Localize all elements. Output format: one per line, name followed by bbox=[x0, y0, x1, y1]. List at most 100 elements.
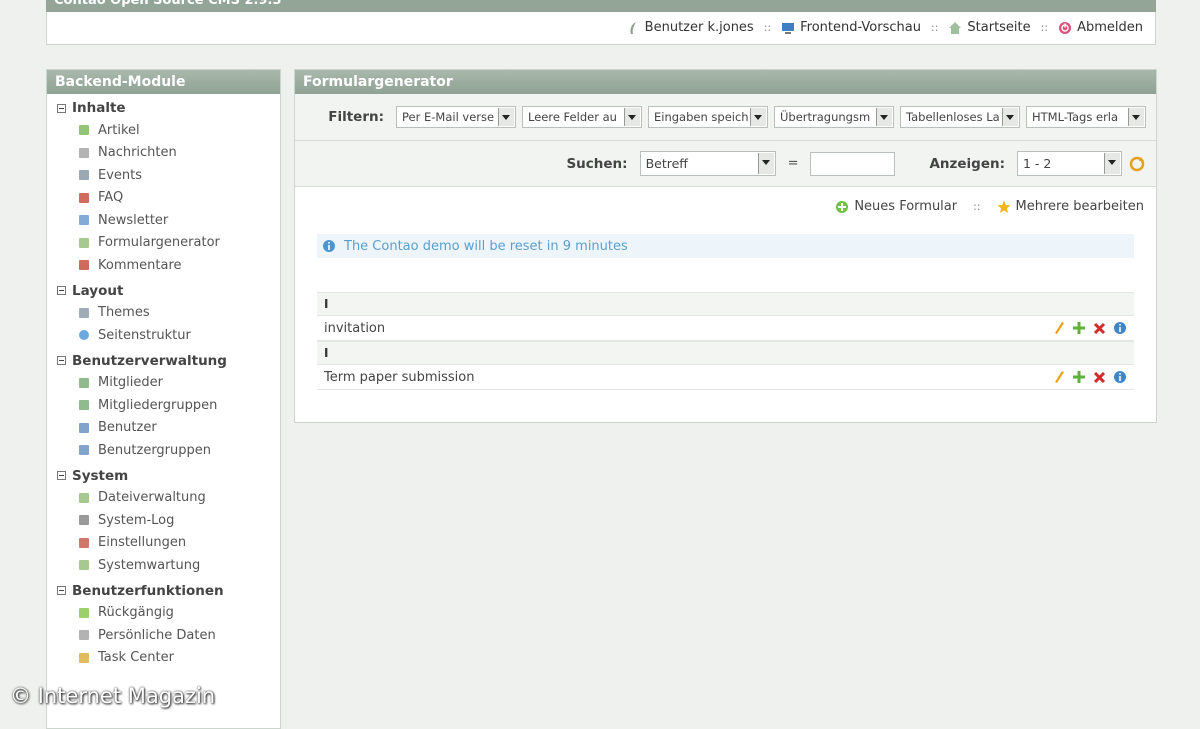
sidebar-item-label: Formulargenerator bbox=[98, 235, 220, 251]
form-icon bbox=[79, 237, 89, 248]
edit-multiple-button[interactable]: Mehrere bearbeiten bbox=[997, 199, 1144, 214]
sidebar-item-persönliche-daten[interactable]: Persönliche Daten bbox=[47, 624, 280, 647]
monitor-icon bbox=[782, 22, 795, 34]
comments-icon bbox=[79, 260, 89, 271]
sidebar-item-benutzergruppen[interactable]: Benutzergruppen bbox=[47, 439, 280, 462]
copy-plus-icon[interactable] bbox=[1072, 321, 1086, 335]
row-actions bbox=[1053, 321, 1127, 335]
nav-group-benutzerverwaltung: Benutzerverwaltung Mitglieder Mitgliedergr… bbox=[47, 347, 280, 462]
member-icon bbox=[79, 377, 89, 388]
undo-icon bbox=[79, 607, 89, 618]
global-actions: Neues Formular :: Mehrere bearbeiten bbox=[295, 187, 1156, 214]
collapse-minus-icon[interactable] bbox=[57, 356, 66, 365]
sidebar-item-label: Rückgängig bbox=[98, 605, 174, 621]
form-title: invitation bbox=[324, 320, 386, 336]
sidebar-item-label: Artikel bbox=[98, 122, 140, 138]
refresh-icon[interactable] bbox=[1128, 155, 1146, 173]
search-bar: Suchen: Betreff = Anzeigen: 1 - 2 bbox=[295, 141, 1156, 187]
home-link[interactable]: Startseite bbox=[948, 20, 1031, 35]
sidebar-item-themes[interactable]: Themes bbox=[47, 302, 280, 325]
filter-transfer-select[interactable]: Übertragungsm bbox=[774, 106, 894, 128]
sidebar-item-rückgängig[interactable]: Rückgängig bbox=[47, 602, 280, 625]
personal-data-icon bbox=[79, 630, 89, 641]
sidebar-item-label: Events bbox=[98, 167, 143, 183]
news-icon bbox=[79, 147, 89, 158]
sidebar-item-label: Nachrichten bbox=[98, 145, 177, 161]
collapse-minus-icon[interactable] bbox=[57, 586, 66, 595]
row-actions bbox=[1053, 370, 1127, 384]
sidebar-item-label: Newsletter bbox=[98, 212, 169, 228]
logout-link[interactable]: Abmelden bbox=[1058, 20, 1143, 35]
sidebar-title: Backend-Module bbox=[47, 70, 280, 94]
group-header-letter: I bbox=[317, 292, 1134, 315]
sidebar-item-label: FAQ bbox=[98, 190, 124, 206]
nav-group-title[interactable]: Benutzerfunktionen bbox=[47, 577, 280, 602]
sidebar-item-newsletter[interactable]: Newsletter bbox=[47, 209, 280, 232]
sidebar-item-formulargenerator[interactable]: Formulargenerator bbox=[47, 232, 280, 255]
frontend-preview-link[interactable]: Frontend-Vorschau bbox=[781, 20, 921, 35]
nav-group-title[interactable]: System bbox=[47, 462, 280, 487]
home-icon bbox=[949, 21, 962, 34]
sidebar-item-faq[interactable]: FAQ bbox=[47, 187, 280, 210]
sidebar-item-seitenstruktur[interactable]: Seitenstruktur bbox=[47, 324, 280, 347]
sidebar-item-nachrichten[interactable]: Nachrichten bbox=[47, 142, 280, 165]
collapse-minus-icon[interactable] bbox=[57, 286, 66, 295]
nav-group-title[interactable]: Inhalte bbox=[47, 94, 280, 119]
sidebar-item-einstellungen[interactable]: Einstellungen bbox=[47, 532, 280, 555]
task-icon bbox=[79, 652, 89, 663]
filter-tableless-select[interactable]: Tabellenloses La bbox=[900, 106, 1020, 128]
power-icon bbox=[1059, 21, 1072, 34]
pagination-select[interactable]: 1 - 2 bbox=[1017, 151, 1122, 176]
sidebar-item-events[interactable]: Events bbox=[47, 164, 280, 187]
search-input[interactable] bbox=[810, 151, 896, 176]
filter-email-select[interactable]: Per E-Mail verse bbox=[396, 106, 516, 128]
nav-group-title[interactable]: Layout bbox=[47, 277, 280, 302]
filter-store-input-select[interactable]: Eingaben speich bbox=[648, 106, 768, 128]
calendar-icon bbox=[79, 170, 89, 181]
user-link[interactable]: Benutzer k.jones bbox=[626, 20, 754, 35]
nav-group-title[interactable]: Benutzerverwaltung bbox=[47, 347, 280, 372]
article-icon bbox=[79, 125, 89, 136]
sidebar-item-artikel[interactable]: Artikel bbox=[47, 119, 280, 142]
sidebar-item-label: Benutzergruppen bbox=[98, 442, 212, 458]
sidebar-item-system-log[interactable]: System-Log bbox=[47, 509, 280, 532]
sidebar-item-label: Mitglieder bbox=[98, 375, 163, 391]
star-icon bbox=[997, 200, 1011, 213]
sidebar-item-mitgliedergruppen[interactable]: Mitgliedergruppen bbox=[47, 394, 280, 417]
new-form-button[interactable]: Neues Formular bbox=[835, 199, 957, 214]
chevron-down-icon bbox=[750, 108, 766, 126]
user-groups-icon bbox=[79, 445, 89, 456]
info-icon[interactable] bbox=[1113, 321, 1127, 335]
collapse-minus-icon[interactable] bbox=[57, 103, 66, 113]
app-title-bar: Contao Open Source CMS 2.9.3 bbox=[46, 0, 1156, 12]
copy-plus-icon[interactable] bbox=[1072, 370, 1086, 384]
newsletter-icon bbox=[79, 215, 89, 226]
settings-icon bbox=[79, 537, 89, 548]
table-row: Term paper submission bbox=[317, 364, 1134, 390]
sidebar-item-dateiverwaltung[interactable]: Dateiverwaltung bbox=[47, 487, 280, 510]
sidebar-item-systemwartung[interactable]: Systemwartung bbox=[47, 554, 280, 577]
filter-html-tags-select[interactable]: HTML-Tags erla bbox=[1026, 106, 1146, 128]
nav-group-layout: Layout Themes Seitenstruktur bbox=[47, 277, 280, 347]
info-icon[interactable] bbox=[1113, 370, 1127, 384]
search-field-select[interactable]: Betreff bbox=[639, 151, 776, 176]
filter-empty-fields-select[interactable]: Leere Felder au bbox=[522, 106, 642, 128]
sidebar-item-task-center[interactable]: Task Center bbox=[47, 647, 280, 670]
delete-x-icon[interactable] bbox=[1093, 371, 1106, 384]
collapse-minus-icon[interactable] bbox=[57, 471, 66, 480]
sidebar-item-mitglieder[interactable]: Mitglieder bbox=[47, 372, 280, 395]
delete-x-icon[interactable] bbox=[1093, 322, 1106, 335]
edit-pencil-icon[interactable] bbox=[1053, 370, 1065, 384]
user-feather-icon bbox=[630, 21, 636, 34]
chevron-down-icon bbox=[757, 153, 774, 174]
sidebar-item-benutzer[interactable]: Benutzer bbox=[47, 417, 280, 440]
sidebar-item-label: Dateiverwaltung bbox=[98, 490, 206, 506]
search-label: Suchen: bbox=[566, 155, 628, 172]
sidebar-item-label: System-Log bbox=[98, 512, 175, 528]
edit-pencil-icon[interactable] bbox=[1053, 321, 1065, 335]
sidebar-item-label: Persönliche Daten bbox=[98, 627, 216, 643]
chevron-down-icon bbox=[1128, 108, 1144, 126]
logout-label: Abmelden bbox=[1077, 20, 1143, 35]
sidebar-item-kommentare[interactable]: Kommentare bbox=[47, 254, 280, 277]
table-row: invitation bbox=[317, 315, 1134, 341]
